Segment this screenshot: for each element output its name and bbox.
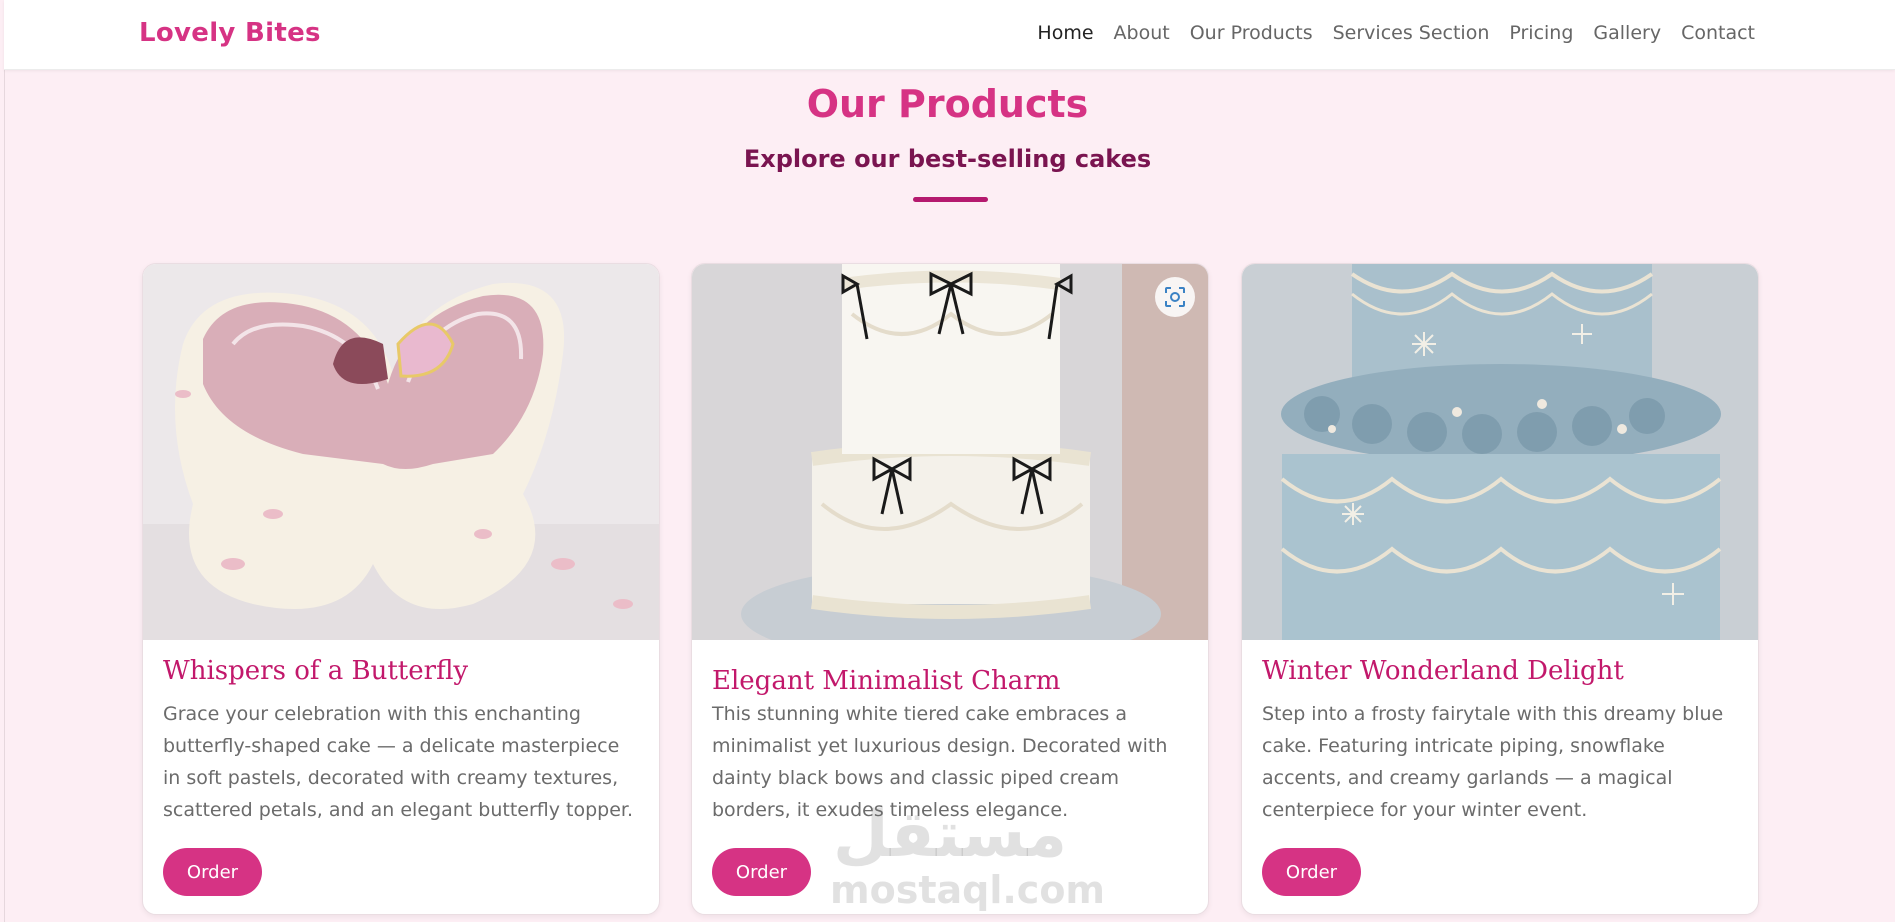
nav-link-home[interactable]: Home: [1037, 22, 1093, 44]
product-title: Whispers of a Butterfly: [163, 656, 469, 686]
nav-link-pricing[interactable]: Pricing: [1509, 22, 1573, 44]
product-image-butterfly-cake: [143, 264, 659, 640]
product-card-butterfly: Whispers of a Butterfly Grace your celeb…: [142, 263, 660, 915]
section-title: Our Products: [806, 82, 1089, 126]
product-description: Step into a frosty fairytale with this d…: [1262, 703, 1724, 821]
product-title: Elegant Minimalist Charm: [712, 666, 1061, 696]
nav-link-contact[interactable]: Contact: [1681, 22, 1755, 44]
nav-link-about[interactable]: About: [1114, 22, 1170, 44]
product-description: Grace your celebration with this enchant…: [163, 703, 634, 821]
product-card-minimalist: Elegant Minimalist Charm This stunning w…: [691, 263, 1209, 915]
nav-link-our-products[interactable]: Our Products: [1190, 22, 1313, 44]
product-image-white-tiered-cake: [692, 264, 1208, 640]
product-description: This stunning white tiered cake embraces…: [712, 703, 1168, 821]
order-button[interactable]: Order: [712, 848, 811, 896]
navbar: Lovely Bites Home About Our Products Ser…: [4, 0, 1895, 70]
title-underline: [913, 197, 988, 202]
section-subtitle: Explore our best-selling cakes: [743, 145, 1152, 173]
nav-links: Home About Our Products Services Section…: [1037, 22, 1755, 44]
product-card-winter: Winter Wonderland Delight Step into a fr…: [1241, 263, 1759, 915]
product-image-blue-winter-cake: [1242, 264, 1758, 640]
brand-logo[interactable]: Lovely Bites: [139, 18, 321, 48]
nav-link-gallery[interactable]: Gallery: [1593, 22, 1661, 44]
lens-icon[interactable]: [1155, 277, 1195, 317]
order-button[interactable]: Order: [163, 848, 262, 896]
nav-link-services[interactable]: Services Section: [1333, 22, 1490, 44]
product-title: Winter Wonderland Delight: [1262, 656, 1624, 686]
order-button[interactable]: Order: [1262, 848, 1361, 896]
